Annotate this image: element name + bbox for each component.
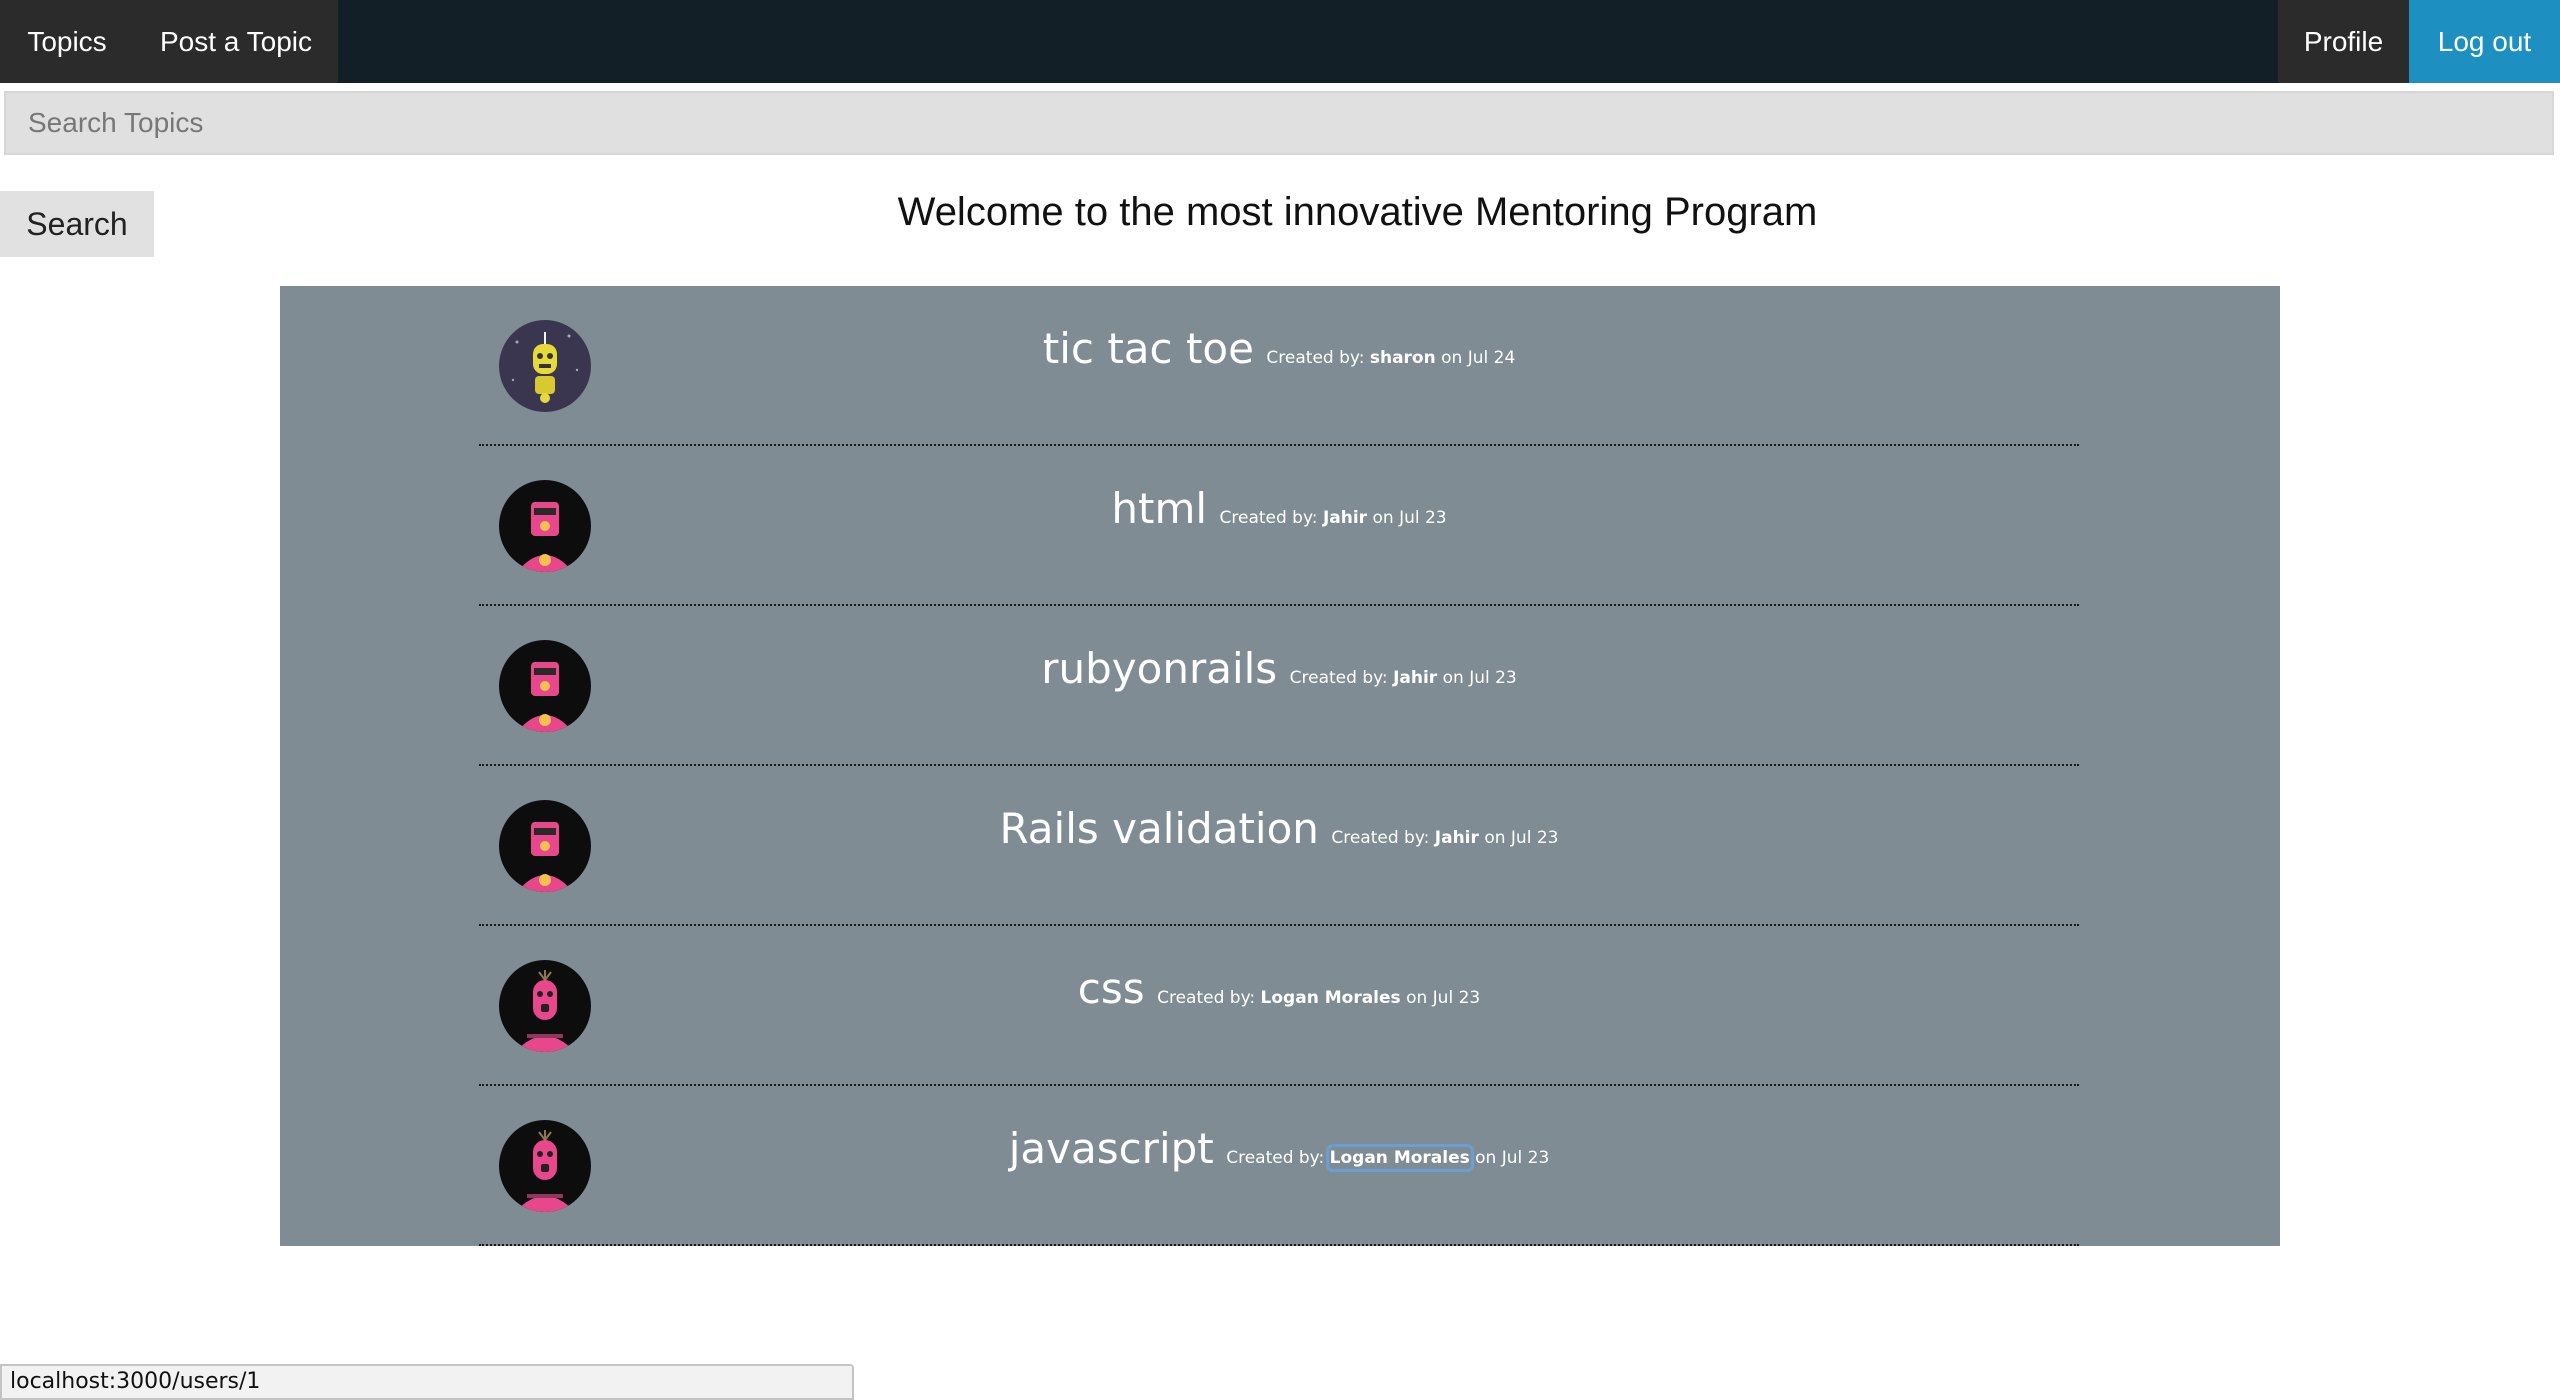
topic-meta: Created by: Jahir on Jul 23 [1290,668,1517,688]
on-label: on [1406,988,1428,1008]
topic-row: javascript Created by: Logan Morales on … [479,1086,2079,1246]
page-title: Welcome to the most innovative Mentoring… [897,190,1818,234]
topic-row: rubyonrails Created by: Jahir on Jul 23 [479,606,2079,766]
topic-meta: Created by: Jahir on Jul 23 [1220,508,1447,528]
created-by-label: Created by: [1289,668,1388,688]
topic-date: Jul 23 [1399,508,1447,528]
on-label: on [1484,828,1506,848]
link-status-bar: localhost:3000/users/1 [0,1364,854,1400]
created-by-label: Created by: [1226,1148,1325,1168]
topic-date: Jul 23 [1501,1148,1550,1168]
topic-row: tic tac toe Created by: sharon on Jul 24 [479,286,2079,446]
created-by-label: Created by: [1331,828,1430,848]
topic-title-link[interactable]: Rails validation [1000,804,1319,853]
topic-author-link[interactable]: Logan Morales [1325,1144,1474,1172]
topic-author-link[interactable]: Logan Morales [1261,988,1401,1008]
topics-panel: tic tac toe Created by: sharon on Jul 24… [280,286,2280,1246]
logout-button[interactable]: Log out [2409,0,2560,83]
topic-title-link[interactable]: rubyonrails [1041,644,1277,693]
topic-author-link[interactable]: Jahir [1393,668,1437,688]
topic-title-link[interactable]: tic tac toe [1043,324,1254,373]
topic-date: Jul 23 [1432,988,1481,1008]
topic-date: Jul 23 [1510,828,1559,848]
topic-line: Rails validation Created by: Jahir on Ju… [479,804,2079,853]
topic-line: tic tac toe Created by: sharon on Jul 24 [479,324,2079,373]
topic-title-link[interactable]: css [1078,964,1145,1013]
created-by-label: Created by: [1219,508,1318,528]
on-label: on [1442,668,1464,688]
topic-author-link[interactable]: Jahir [1323,508,1367,528]
top-navbar: Topics Post a Topic Profile Log out [0,0,2560,83]
topic-row: css Created by: Logan Morales on Jul 23 [479,926,2079,1086]
nav-post-topic-link[interactable]: Post a Topic [134,0,338,83]
topic-meta: Created by: Logan Morales on Jul 23 [1226,1144,1550,1172]
on-label: on [1372,508,1394,528]
topic-line: html Created by: Jahir on Jul 23 [479,484,2079,533]
nav-profile-link[interactable]: Profile [2278,0,2409,83]
topic-meta: Created by: Logan Morales on Jul 23 [1157,988,1480,1008]
created-by-label: Created by: [1157,988,1256,1008]
topic-title-link[interactable]: javascript [1009,1124,1214,1173]
on-label: on [1441,348,1463,368]
topic-line: rubyonrails Created by: Jahir on Jul 23 [479,644,2079,693]
created-by-label: Created by: [1266,348,1365,368]
topic-title-link[interactable]: html [1111,484,1207,533]
nav-topics-link[interactable]: Topics [0,0,134,83]
topic-row: Rails validation Created by: Jahir on Ju… [479,766,2079,926]
topic-meta: Created by: sharon on Jul 24 [1266,348,1515,368]
topic-line: css Created by: Logan Morales on Jul 23 [479,964,2079,1013]
topic-meta: Created by: Jahir on Jul 23 [1331,828,1558,848]
topic-row: html Created by: Jahir on Jul 23 [479,446,2079,606]
topic-author-link[interactable]: Jahir [1435,828,1479,848]
topic-date: Jul 24 [1467,348,1516,368]
search-input[interactable] [4,91,2554,155]
topic-line: javascript Created by: Logan Morales on … [479,1124,2079,1173]
topic-date: Jul 23 [1469,668,1517,688]
topic-author-link[interactable]: sharon [1370,348,1436,368]
on-label: on [1475,1148,1497,1168]
